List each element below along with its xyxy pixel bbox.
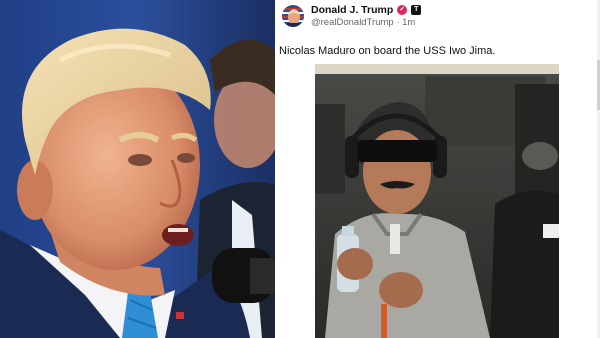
author-name-row: Donald J. Trump ✓ T (311, 4, 422, 16)
author-handle[interactable]: @realDonaldTrump (311, 17, 394, 28)
author-avatar[interactable] (282, 5, 304, 27)
post-time[interactable]: 1m (402, 17, 415, 28)
handle-row: @realDonaldTrump · 1m (311, 17, 415, 28)
post-text: Nicolas Maduro on board the USS Iwo Jima… (279, 45, 496, 57)
post-image[interactable] (315, 64, 559, 338)
verified-badge-icon: ✓ (397, 5, 408, 15)
author-name[interactable]: Donald J. Trump (311, 4, 393, 16)
separator-dot: · (396, 17, 400, 28)
social-post: Donald J. Trump ✓ T @realDonaldTrump · 1… (275, 0, 600, 338)
speaker-photo (0, 0, 275, 338)
platform-badge-icon: T (411, 5, 422, 15)
